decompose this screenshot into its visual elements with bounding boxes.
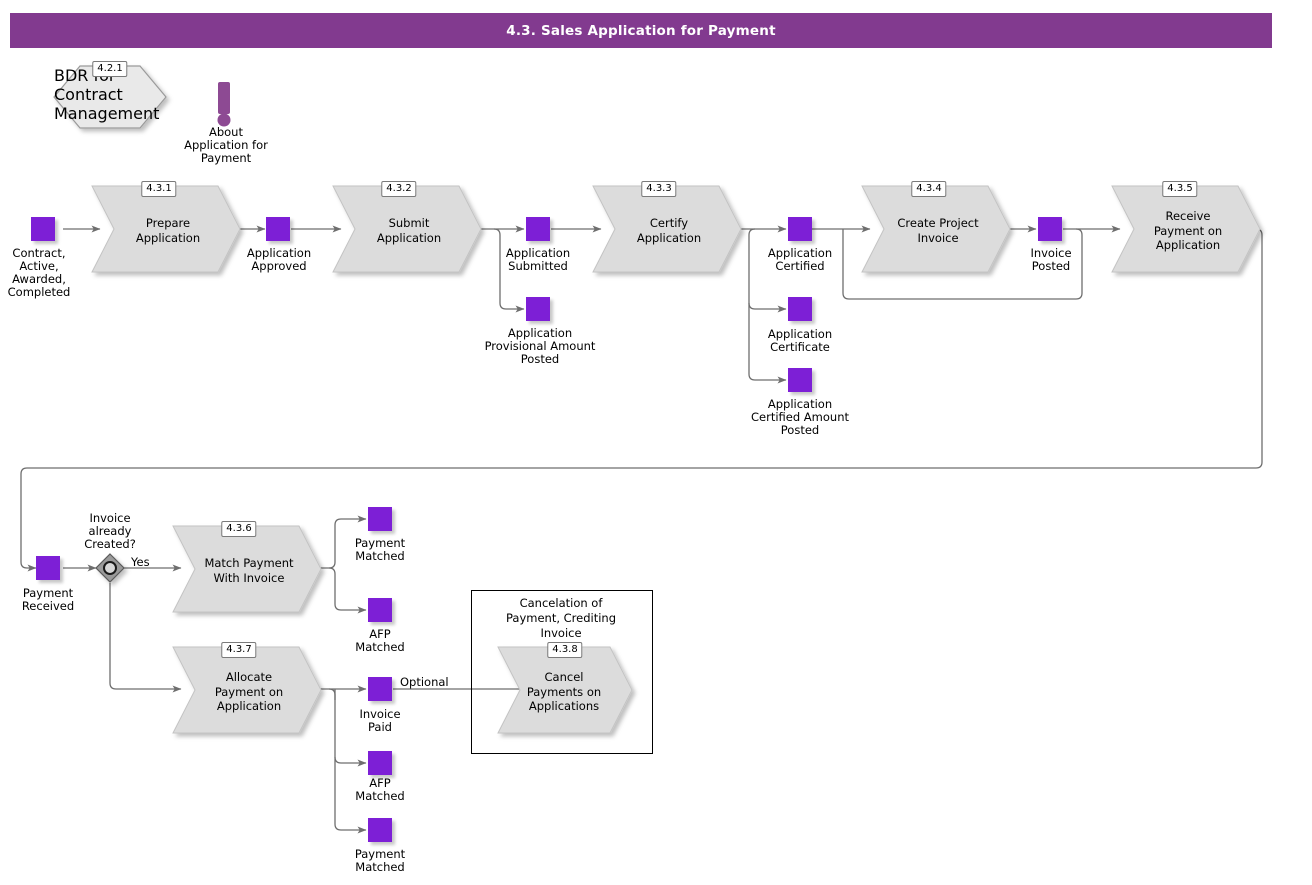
event-afp-matched-2[interactable] xyxy=(368,751,392,775)
event-invoice-posted[interactable] xyxy=(1038,217,1062,241)
event-label-application-certified: Application Certified xyxy=(767,246,833,273)
event-label-invoice-paid: Invoice Paid xyxy=(359,707,401,734)
activity-label-4-3-7[interactable]: Allocate Payment on Application xyxy=(185,670,313,714)
event-label-application-submitted: Application Submitted xyxy=(505,246,571,273)
event-label-application-approved: Application Approved xyxy=(246,246,312,273)
event-payment-matched-1[interactable] xyxy=(368,507,392,531)
event-application-certified-amount-posted[interactable] xyxy=(788,368,812,392)
gateway-question-label: Invoice already Created? xyxy=(84,511,136,551)
annotation-label: About Application for Payment xyxy=(184,125,268,165)
event-application-provisional-amount-posted[interactable] xyxy=(526,297,550,321)
activity-label-4-3-2[interactable]: Submit Application xyxy=(345,216,473,245)
exclamation-icon xyxy=(217,82,231,127)
activity-tag-4-3-5: 4.3.5 xyxy=(1162,181,1198,197)
event-afp-matched-1[interactable] xyxy=(368,598,392,622)
linked-process-tag: 4.2.1 xyxy=(92,61,128,77)
event-invoice-paid[interactable] xyxy=(368,677,392,701)
activity-tag-4-3-2: 4.3.2 xyxy=(381,181,417,197)
activity-tag-4-3-4: 4.3.4 xyxy=(911,181,947,197)
event-label-start: Contract, Active, Awarded, Completed xyxy=(7,246,71,299)
event-label-payment-matched-1: Payment Matched xyxy=(354,536,406,563)
activity-tag-4-3-1: 4.3.1 xyxy=(141,181,177,197)
event-start[interactable] xyxy=(31,217,55,241)
event-label-application-provisional-amount-posted: Application Provisional Amount Posted xyxy=(484,326,596,366)
event-application-approved[interactable] xyxy=(266,217,290,241)
gateway-yes-label: Yes xyxy=(131,555,150,569)
activity-label-4-3-4[interactable]: Create Project Invoice xyxy=(874,216,1002,245)
activity-label-4-3-3[interactable]: Certify Application xyxy=(605,216,733,245)
event-label-afp-matched-2: AFP Matched xyxy=(355,776,405,803)
event-application-submitted[interactable] xyxy=(526,217,550,241)
flow-label-optional: Optional xyxy=(400,675,449,689)
event-label-payment-received: Payment Received xyxy=(21,586,75,613)
event-label-application-certificate: Application Certificate xyxy=(767,327,833,354)
activity-label-4-3-1[interactable]: Prepare Application xyxy=(104,216,232,245)
group-title: Cancelation of Payment, Crediting Invoic… xyxy=(505,596,617,640)
event-application-certificate[interactable] xyxy=(788,297,812,321)
event-label-application-certified-amount-posted: Application Certified Amount Posted xyxy=(750,397,849,437)
activity-label-4-3-5[interactable]: Receive Payment on Application xyxy=(1124,209,1252,253)
event-application-certified[interactable] xyxy=(788,217,812,241)
gateway-shape xyxy=(95,553,125,583)
activity-tag-4-3-7: 4.3.7 xyxy=(221,642,257,658)
activity-tag-4-3-3: 4.3.3 xyxy=(641,181,677,197)
activity-tag-4-3-6: 4.3.6 xyxy=(221,521,257,537)
event-label-invoice-posted: Invoice Posted xyxy=(1030,246,1072,273)
activity-label-4-3-6[interactable]: Match Payment With Invoice xyxy=(185,556,313,585)
event-payment-received[interactable] xyxy=(36,556,60,580)
event-payment-matched-2[interactable] xyxy=(368,818,392,842)
event-label-afp-matched-1: AFP Matched xyxy=(355,627,405,654)
event-label-payment-matched-2: Payment Matched xyxy=(354,847,406,874)
